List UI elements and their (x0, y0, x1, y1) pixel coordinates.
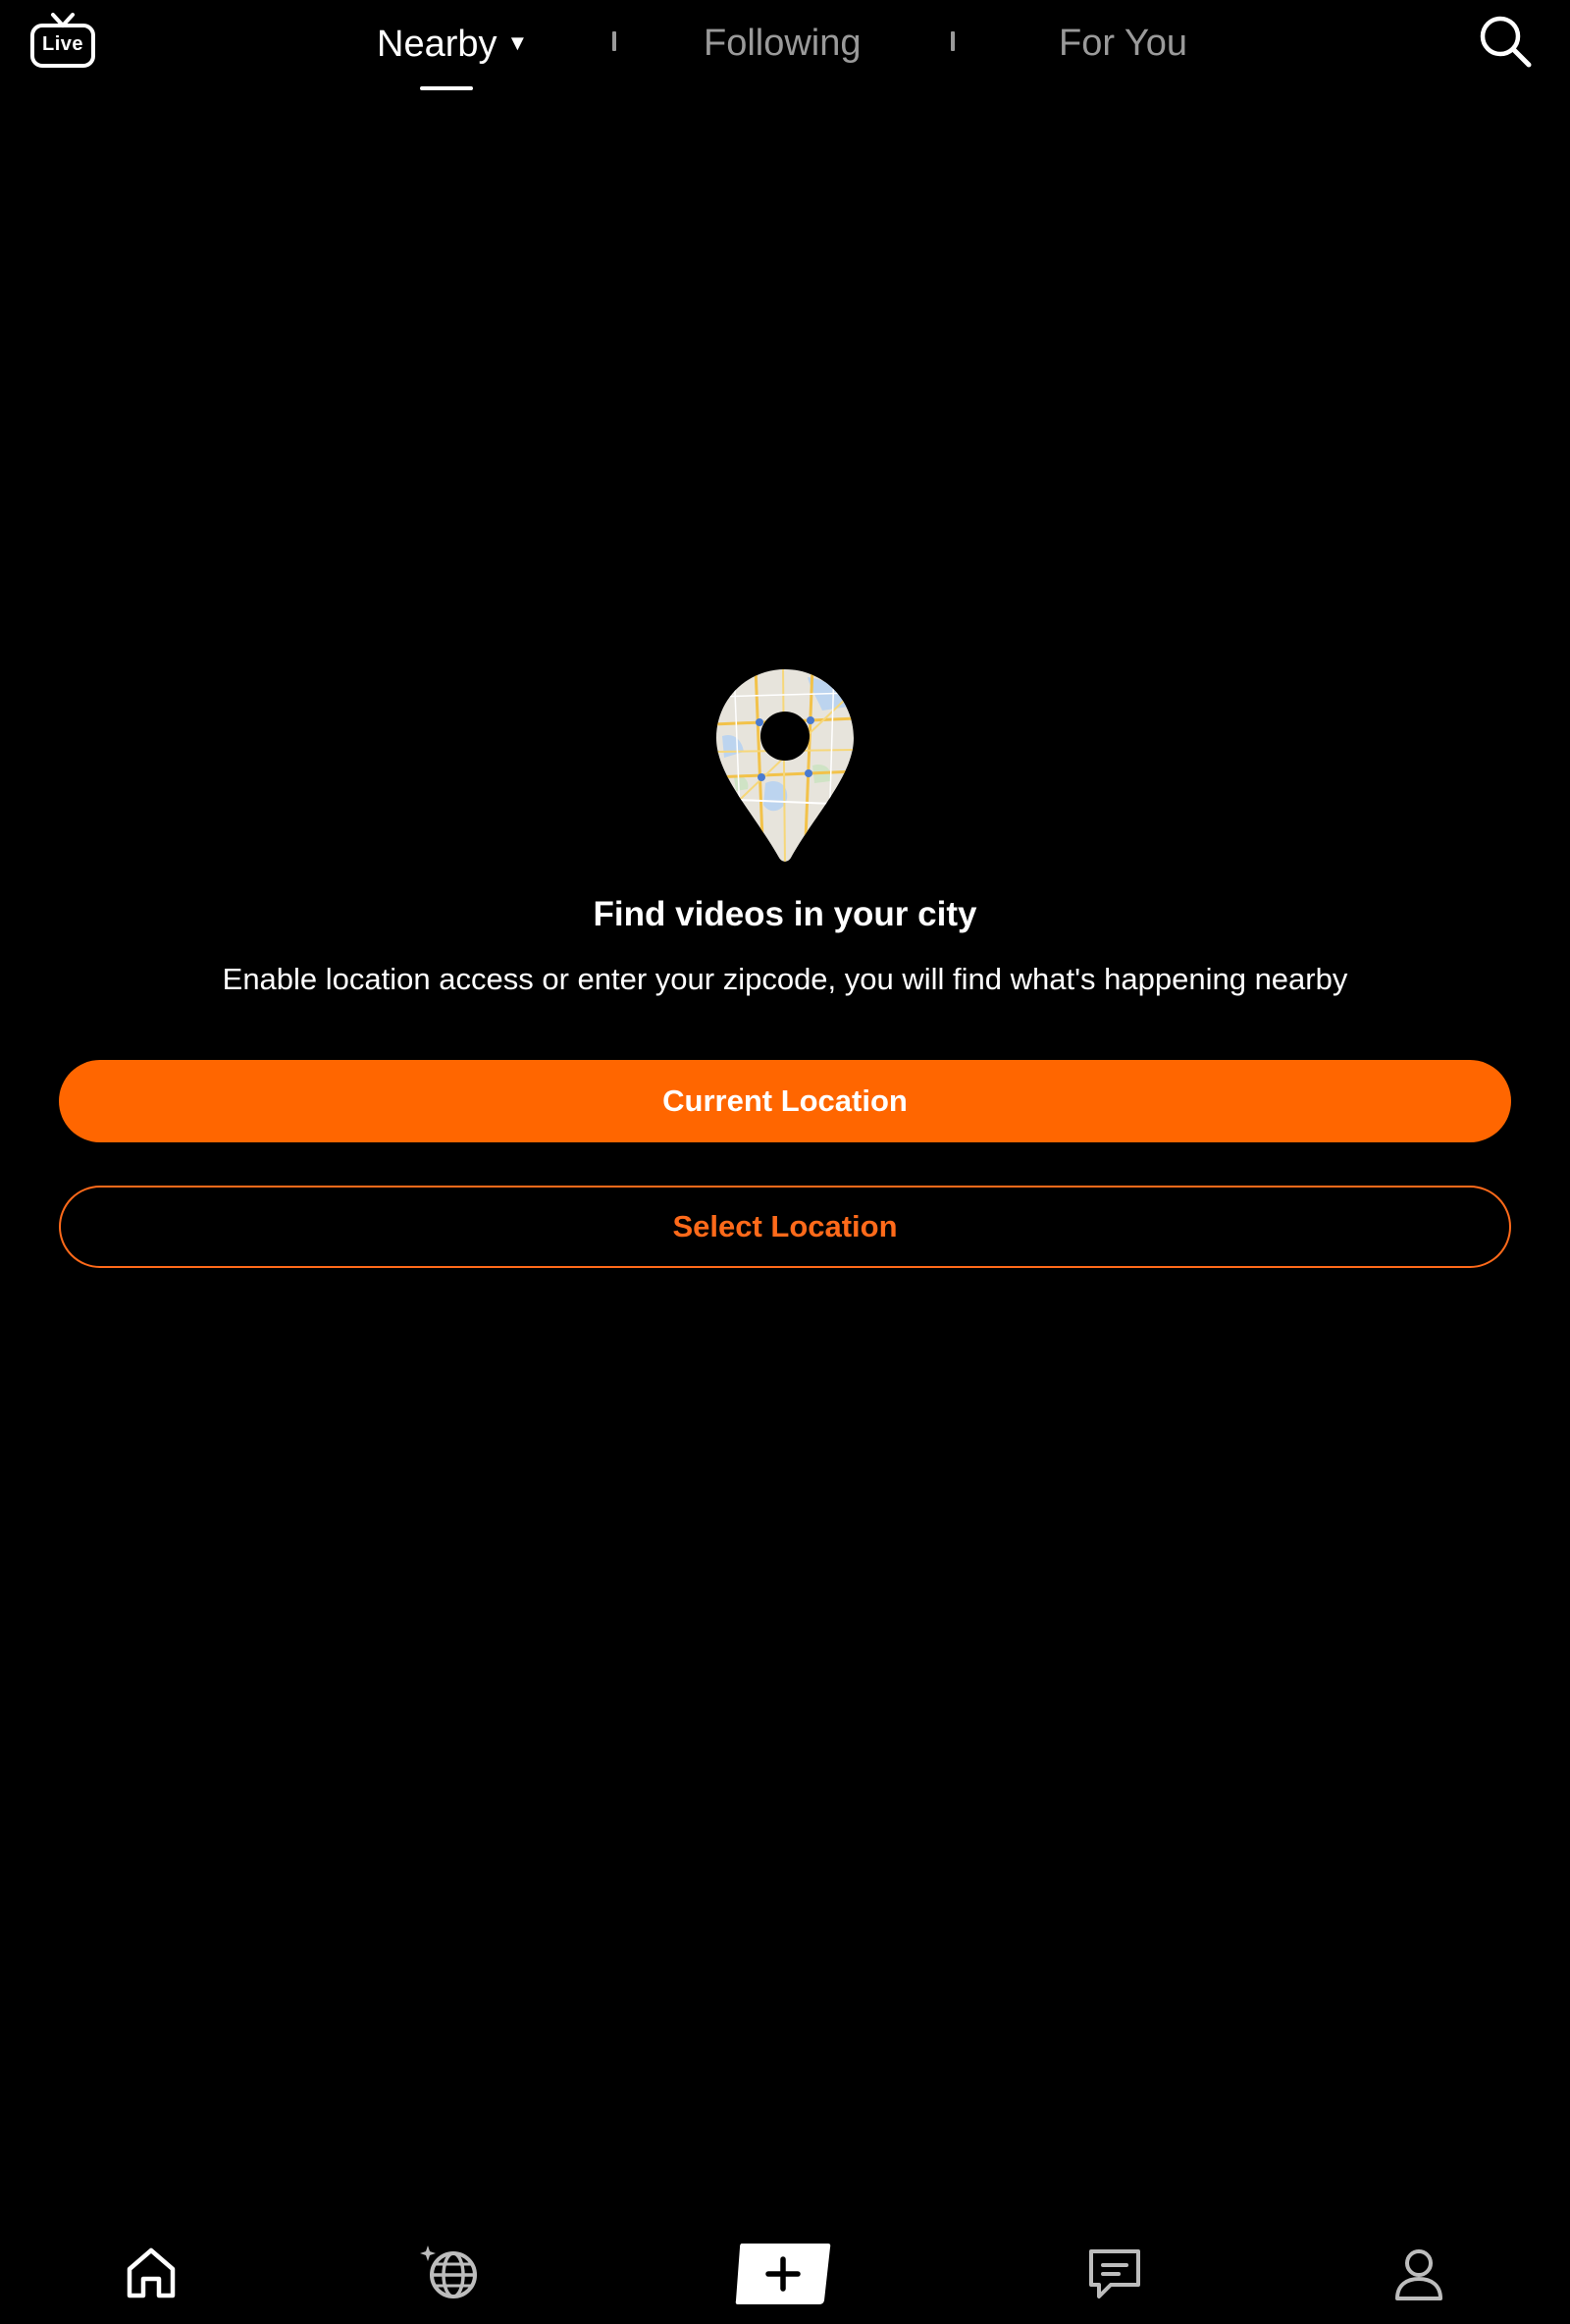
tab-following-label: Following (704, 23, 862, 64)
tab-following[interactable]: Following (704, 18, 862, 69)
top-bar: Live Nearby ▼ Following For You (0, 0, 1570, 98)
tab-divider (612, 31, 616, 51)
tab-divider (951, 31, 955, 51)
live-label: Live (41, 33, 84, 55)
tab-nearby[interactable]: Nearby ▼ (377, 18, 528, 69)
search-button[interactable] (1478, 14, 1533, 69)
caret-down-icon: ▼ (506, 30, 529, 55)
search-icon (1480, 16, 1532, 68)
tab-nearby-label: Nearby (377, 24, 497, 65)
empty-state-title: Find videos in your city (593, 895, 977, 933)
select-location-button[interactable]: Select Location (59, 1186, 1511, 1268)
plus-icon (735, 2244, 831, 2304)
map-pin-icon (714, 667, 856, 864)
current-location-button[interactable]: Current Location (59, 1060, 1511, 1142)
live-button[interactable]: Live (29, 12, 96, 69)
globe-sparkle-icon (420, 2245, 477, 2298)
chat-bubble-icon (1089, 2249, 1140, 2298)
bottom-nav (0, 2226, 1570, 2324)
tab-for-you-label: For You (1059, 23, 1187, 64)
nav-create[interactable] (734, 2240, 832, 2306)
nav-inbox[interactable] (1083, 2242, 1146, 2304)
active-tab-indicator (420, 86, 473, 90)
nav-home[interactable] (120, 2242, 183, 2304)
person-icon (1395, 2249, 1442, 2300)
empty-state-description: Enable location access or enter your zip… (222, 962, 1348, 996)
home-icon (127, 2247, 176, 2298)
nav-profile[interactable] (1387, 2242, 1450, 2304)
nav-discover[interactable] (420, 2242, 483, 2304)
tab-for-you[interactable]: For You (1059, 18, 1187, 69)
